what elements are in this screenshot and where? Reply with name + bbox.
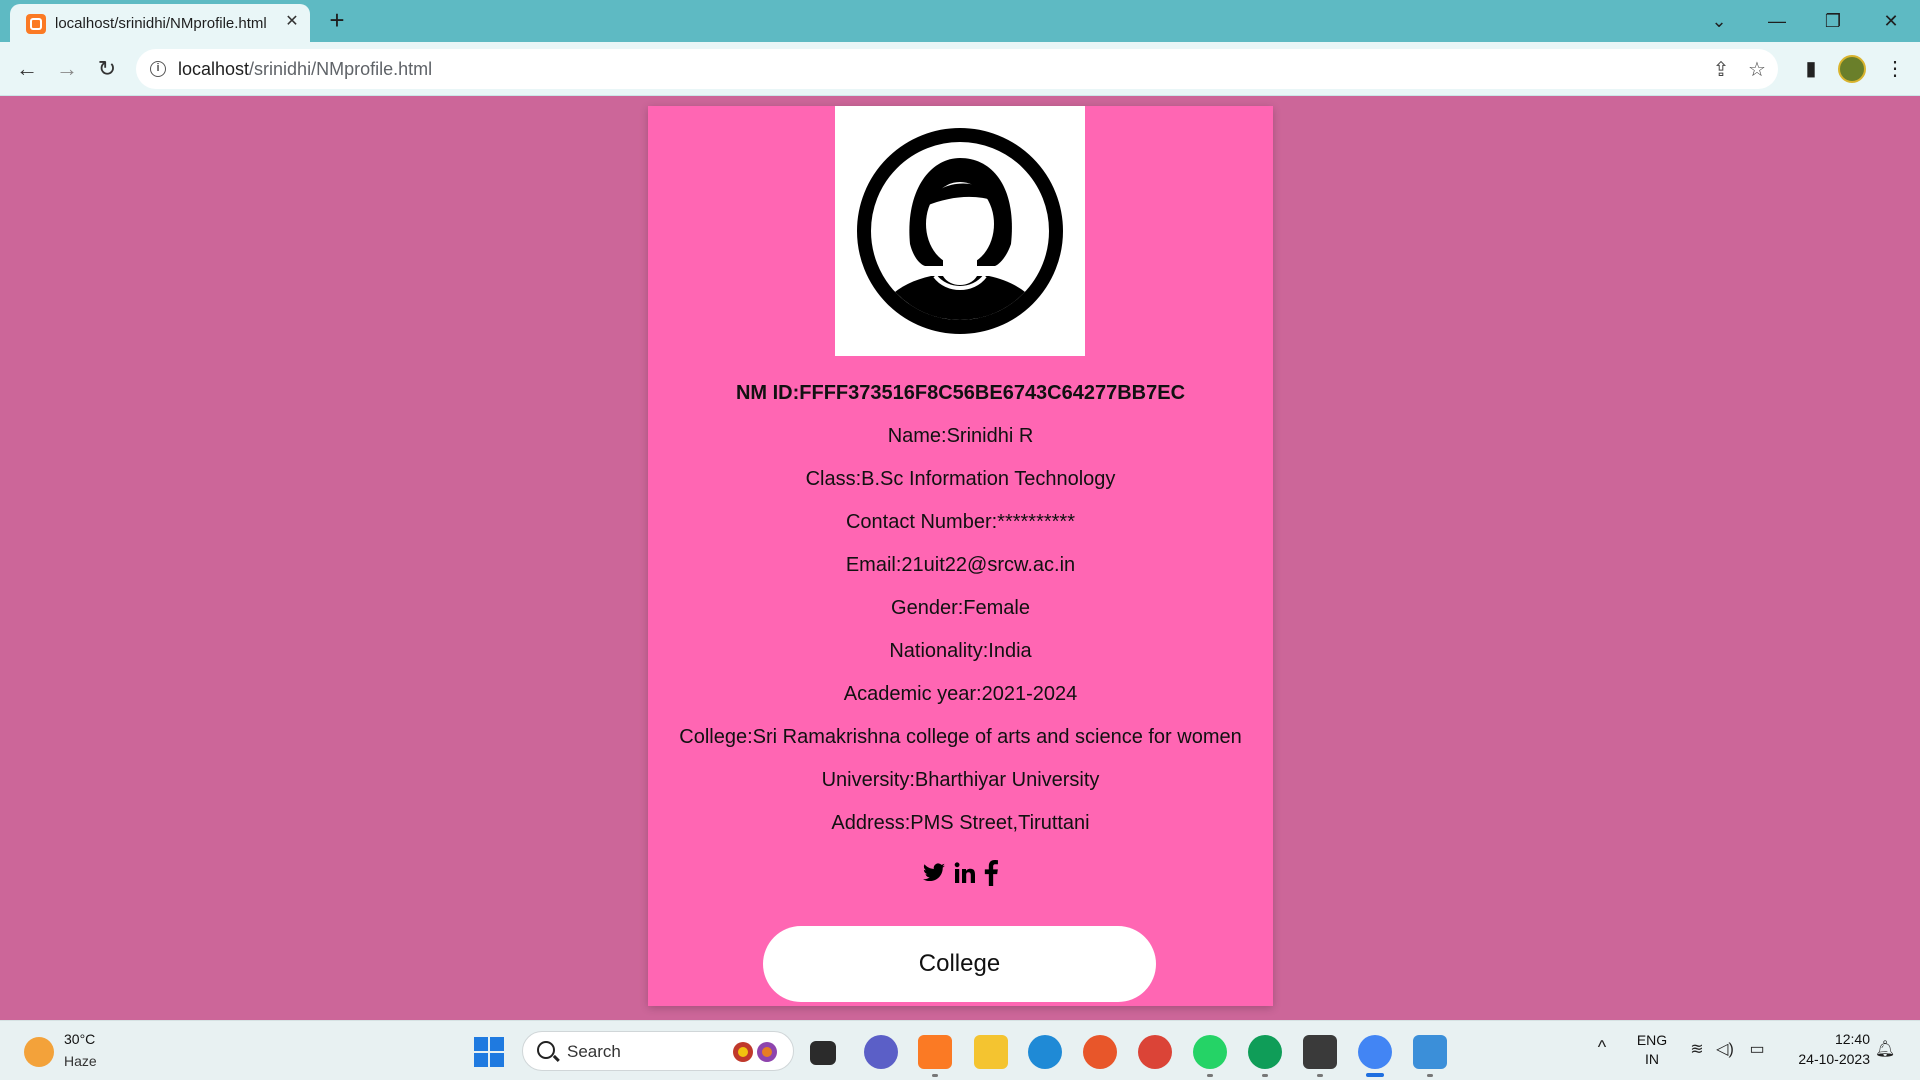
running-indicator bbox=[932, 1074, 938, 1077]
weather-haze-icon[interactable] bbox=[24, 1037, 54, 1067]
language-indicator[interactable]: ENG IN bbox=[1632, 1031, 1672, 1069]
notepad-icon[interactable] bbox=[1413, 1035, 1447, 1069]
file-explorer-icon[interactable] bbox=[974, 1035, 1008, 1069]
windows-start-icon[interactable] bbox=[474, 1037, 504, 1067]
url-text: localhost/srinidhi/NMprofile.html bbox=[178, 59, 432, 80]
nm-id: NM ID:FFFF373516F8C56BE6743C64277BB7EC bbox=[735, 382, 1186, 404]
email-field: Email:21uit22@srcw.ac.in bbox=[845, 554, 1076, 576]
contact-field: Contact Number:********** bbox=[845, 511, 1075, 533]
clock-time[interactable]: 12:40 bbox=[1780, 1031, 1870, 1047]
close-window-button[interactable]: ✕ bbox=[1876, 6, 1906, 36]
language-code: ENG bbox=[1636, 1032, 1668, 1048]
taskbar: 30°C Haze Search ^ ENG IN ≋ ◁) ▭ 12:40 2… bbox=[0, 1020, 1920, 1080]
back-button[interactable]: ← bbox=[12, 54, 42, 84]
taskbar-search[interactable]: Search bbox=[522, 1031, 794, 1071]
whatsapp-icon[interactable] bbox=[1193, 1035, 1227, 1069]
forward-button[interactable]: → bbox=[52, 54, 82, 84]
active-indicator bbox=[1366, 1073, 1384, 1077]
name-field: Name:Srinidhi R bbox=[887, 425, 1034, 447]
female-avatar-icon bbox=[835, 106, 1085, 356]
profile-photo bbox=[835, 106, 1085, 356]
browser-tab[interactable]: localhost/srinidhi/NMprofile.html ✕ bbox=[10, 4, 310, 42]
url-host: localhost bbox=[178, 59, 250, 79]
minimize-button[interactable]: — bbox=[1762, 6, 1792, 36]
wifi-icon[interactable]: ≋ bbox=[1686, 1039, 1708, 1061]
search-icon bbox=[537, 1041, 555, 1059]
side-panel-icon[interactable]: ▮ bbox=[1796, 54, 1826, 84]
tab-title: localhost/srinidhi/NMprofile.html bbox=[55, 15, 267, 32]
university-field: University:Bharthiyar University bbox=[821, 769, 1100, 791]
chrome-icon[interactable] bbox=[1138, 1035, 1172, 1069]
clock-date[interactable]: 24-10-2023 bbox=[1780, 1051, 1870, 1067]
profile-avatar[interactable] bbox=[1838, 55, 1866, 83]
browser-toolbar: ← → ↻ i localhost/srinidhi/NMprofile.htm… bbox=[0, 42, 1920, 96]
class-field: Class:B.Sc Information Technology bbox=[805, 468, 1116, 490]
tab-close-button[interactable]: ✕ bbox=[282, 12, 302, 32]
tray-chevron-up-icon[interactable]: ^ bbox=[1592, 1037, 1612, 1063]
menu-kebab-icon[interactable]: ⋮ bbox=[1880, 54, 1910, 84]
share-icon[interactable]: ⇪ bbox=[1708, 57, 1734, 83]
tab-search-button[interactable]: ⌄ bbox=[1704, 6, 1734, 36]
bookmark-star-icon[interactable]: ☆ bbox=[1744, 57, 1770, 83]
social-links bbox=[648, 860, 1273, 900]
weather-temperature[interactable]: 30°C bbox=[64, 1031, 95, 1047]
task-view-icon[interactable] bbox=[810, 1041, 836, 1065]
reload-button[interactable]: ↻ bbox=[92, 54, 122, 84]
search-label: Search bbox=[567, 1042, 621, 1061]
site-info-icon[interactable]: i bbox=[150, 61, 166, 77]
running-indicator bbox=[1262, 1074, 1268, 1077]
sublime-text-icon[interactable] bbox=[1303, 1035, 1337, 1069]
address-field: Address:PMS Street,Tiruttani bbox=[831, 812, 1090, 834]
academic-year-field: Academic year:2021-2024 bbox=[843, 683, 1078, 705]
chrome-active-icon[interactable] bbox=[1358, 1035, 1392, 1069]
volume-icon[interactable]: ◁) bbox=[1714, 1039, 1736, 1061]
college-field: College:Sri Ramakrishna college of arts … bbox=[679, 726, 1242, 748]
url-path: /srinidhi/NMprofile.html bbox=[249, 59, 433, 79]
xampp-icon[interactable] bbox=[918, 1035, 952, 1069]
xampp-favicon-icon bbox=[26, 14, 46, 34]
new-tab-button[interactable]: + bbox=[322, 6, 352, 36]
restore-button[interactable]: ❐ bbox=[1818, 6, 1848, 36]
gender-field: Gender:Female bbox=[891, 597, 1030, 619]
facebook-icon[interactable] bbox=[982, 860, 1000, 886]
nationality-field: Nationality:India bbox=[889, 640, 1032, 662]
notification-bell-icon[interactable]: 🔔︎ bbox=[1874, 1039, 1896, 1061]
search-highlight-icon bbox=[733, 1042, 777, 1062]
teams-chat-icon[interactable] bbox=[864, 1035, 898, 1069]
linkedin-icon[interactable] bbox=[952, 861, 978, 885]
region-code: IN bbox=[1645, 1051, 1659, 1067]
address-bar[interactable]: i localhost/srinidhi/NMprofile.html ⇪ ☆ bbox=[136, 49, 1778, 89]
twitter-icon[interactable] bbox=[921, 861, 947, 885]
running-indicator bbox=[1427, 1074, 1433, 1077]
battery-icon[interactable]: ▭ bbox=[1746, 1039, 1768, 1061]
edge-icon[interactable] bbox=[1028, 1035, 1062, 1069]
firefox-icon[interactable] bbox=[1083, 1035, 1117, 1069]
running-indicator bbox=[1317, 1074, 1323, 1077]
profile-card: NM ID:FFFF373516F8C56BE6743C64277BB7EC N… bbox=[648, 106, 1273, 1006]
browser-tab-strip: localhost/srinidhi/NMprofile.html ✕ + ⌄ … bbox=[0, 0, 1920, 42]
weather-description[interactable]: Haze bbox=[64, 1053, 97, 1069]
running-indicator bbox=[1207, 1074, 1213, 1077]
college-button[interactable]: College bbox=[763, 926, 1156, 1002]
chrome-profile-icon[interactable] bbox=[1248, 1035, 1282, 1069]
